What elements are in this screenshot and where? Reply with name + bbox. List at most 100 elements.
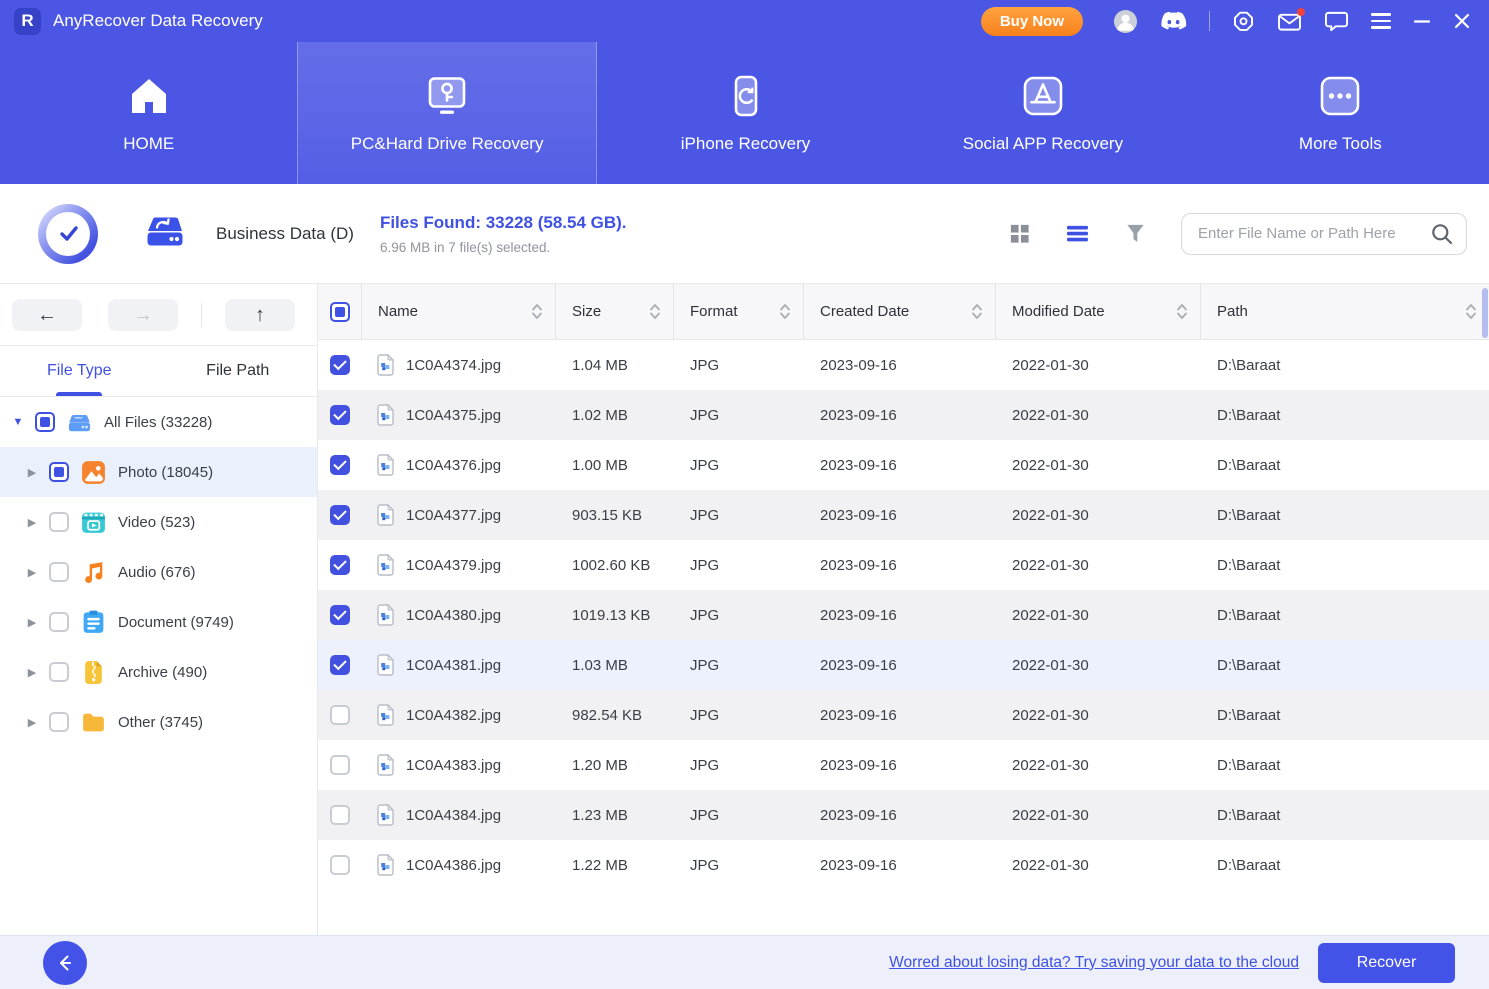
tree-checkbox[interactable] [49,562,69,582]
cloud-save-link[interactable]: Worred about losing data? Try saving you… [889,954,1299,972]
file-created-date: 2023-09-16 [804,440,996,490]
sort-icon[interactable] [1465,302,1477,321]
row-checkbox[interactable] [330,455,350,475]
tab-file-path[interactable]: File Path [159,346,318,396]
tree-item-audio[interactable]: ▶Audio (676) [0,547,317,597]
notification-dot [1297,8,1305,16]
search-icon[interactable] [1430,222,1454,246]
buy-now-button[interactable]: Buy Now [981,7,1083,36]
column-header-created-date[interactable]: Created Date [804,284,996,339]
row-checkbox[interactable] [330,805,350,825]
tree-item-video[interactable]: ▶Video (523) [0,497,317,547]
feedback-chat-icon[interactable] [1324,10,1349,33]
column-header-modified-date[interactable]: Modified Date [996,284,1201,339]
tree-checkbox[interactable] [49,712,69,732]
filter-icon[interactable] [1124,222,1147,245]
menu-icon[interactable] [1371,13,1391,28]
file-created-date: 2023-09-16 [804,340,996,390]
sort-icon[interactable] [531,302,543,321]
row-checkbox[interactable] [330,855,350,875]
tree-item-photo[interactable]: ▶Photo (18045) [0,447,317,497]
file-created-date: 2023-09-16 [804,540,996,590]
row-checkbox[interactable] [330,555,350,575]
table-row[interactable]: 1C0A4384.jpg1.23 MBJPG2023-09-162022-01-… [318,790,1489,840]
expand-icon[interactable]: ▶ [26,666,38,679]
video-icon [80,509,107,536]
tab-social-app-recovery[interactable]: Social APP Recovery [894,42,1191,184]
tree-checkbox[interactable] [49,612,69,632]
column-label: Path [1217,303,1248,320]
expand-icon[interactable]: ▶ [26,616,38,629]
expand-icon[interactable]: ▶ [26,716,38,729]
row-checkbox[interactable] [330,355,350,375]
table-row[interactable]: 1C0A4382.jpg982.54 KBJPG2023-09-162022-0… [318,690,1489,740]
table-row[interactable]: 1C0A4386.jpg1.22 MBJPG2023-09-162022-01-… [318,840,1489,890]
sort-icon[interactable] [649,302,661,321]
back-button[interactable]: ← [12,299,82,331]
row-checkbox[interactable] [330,605,350,625]
row-checkbox[interactable] [330,705,350,725]
file-icon [376,454,395,476]
table-row[interactable]: 1C0A4375.jpg1.02 MBJPG2023-09-162022-01-… [318,390,1489,440]
forward-button[interactable]: → [108,299,178,331]
select-all-checkbox[interactable] [330,302,350,322]
up-arrow-icon: ↑ [255,305,265,325]
table-row[interactable]: 1C0A4383.jpg1.20 MBJPG2023-09-162022-01-… [318,740,1489,790]
row-checkbox[interactable] [330,505,350,525]
recover-button[interactable]: Recover [1318,943,1455,983]
row-checkbox[interactable] [330,405,350,425]
settings-icon[interactable] [1232,10,1255,33]
account-icon[interactable] [1113,9,1138,34]
forward-arrow-icon: → [133,305,153,325]
search-input[interactable] [1198,225,1430,242]
tab-iphone-recovery[interactable]: iPhone Recovery [597,42,894,184]
column-label: Format [690,303,738,320]
minimize-icon[interactable] [1413,12,1431,30]
tree-item-archive[interactable]: ▶Archive (490) [0,647,317,697]
row-checkbox[interactable] [330,655,350,675]
table-row[interactable]: 1C0A4374.jpg1.04 MBJPG2023-09-162022-01-… [318,340,1489,390]
expand-icon[interactable]: ▶ [26,516,38,529]
footer-back-button[interactable] [43,941,87,985]
file-icon [376,504,395,526]
sort-icon[interactable] [971,302,983,321]
sort-icon[interactable] [779,302,791,321]
tree-checkbox[interactable] [49,462,69,482]
column-header-format[interactable]: Format [674,284,804,339]
expand-icon[interactable]: ▶ [26,466,38,479]
file-name: 1C0A4379.jpg [406,557,501,574]
collapse-icon[interactable]: ▼ [12,416,24,428]
file-icon [376,404,395,426]
tab-more-tools[interactable]: More Tools [1192,42,1489,184]
table-row[interactable]: 1C0A4381.jpg1.03 MBJPG2023-09-162022-01-… [318,640,1489,690]
list-view-icon[interactable] [1065,223,1090,244]
tree-item-all-files[interactable]: ▼All Files (33228) [0,397,317,447]
tab-home[interactable]: HOME [0,42,297,184]
audio-icon [80,559,107,586]
tree-item-document[interactable]: ▶Document (9749) [0,597,317,647]
table-row[interactable]: 1C0A4376.jpg1.00 MBJPG2023-09-162022-01-… [318,440,1489,490]
file-name: 1C0A4380.jpg [406,607,501,624]
column-header-size[interactable]: Size [556,284,674,339]
file-path: D:\Baraat [1201,640,1489,690]
table-row[interactable]: 1C0A4380.jpg1019.13 KBJPG2023-09-162022-… [318,590,1489,640]
tab-file-type[interactable]: File Type [0,346,159,396]
table-row[interactable]: 1C0A4379.jpg1002.60 KBJPG2023-09-162022-… [318,540,1489,590]
tab-pc-and-hard-drive-recovery[interactable]: PC&Hard Drive Recovery [297,42,596,184]
grid-view-icon[interactable] [1008,222,1031,245]
sort-icon[interactable] [1176,302,1188,321]
mail-icon[interactable] [1277,11,1302,32]
expand-icon[interactable]: ▶ [26,566,38,579]
row-checkbox[interactable] [330,755,350,775]
discord-icon[interactable] [1160,11,1187,31]
close-icon[interactable] [1453,12,1471,30]
tree-item-other[interactable]: ▶Other (3745) [0,697,317,747]
table-row[interactable]: 1C0A4377.jpg903.15 KBJPG2023-09-162022-0… [318,490,1489,540]
tree-checkbox[interactable] [49,512,69,532]
vertical-scrollbar[interactable] [1482,288,1488,338]
tree-checkbox[interactable] [35,412,55,432]
column-header-name[interactable]: Name [362,284,556,339]
tree-checkbox[interactable] [49,662,69,682]
up-button[interactable]: ↑ [225,299,295,331]
column-header-path[interactable]: Path [1201,284,1489,339]
